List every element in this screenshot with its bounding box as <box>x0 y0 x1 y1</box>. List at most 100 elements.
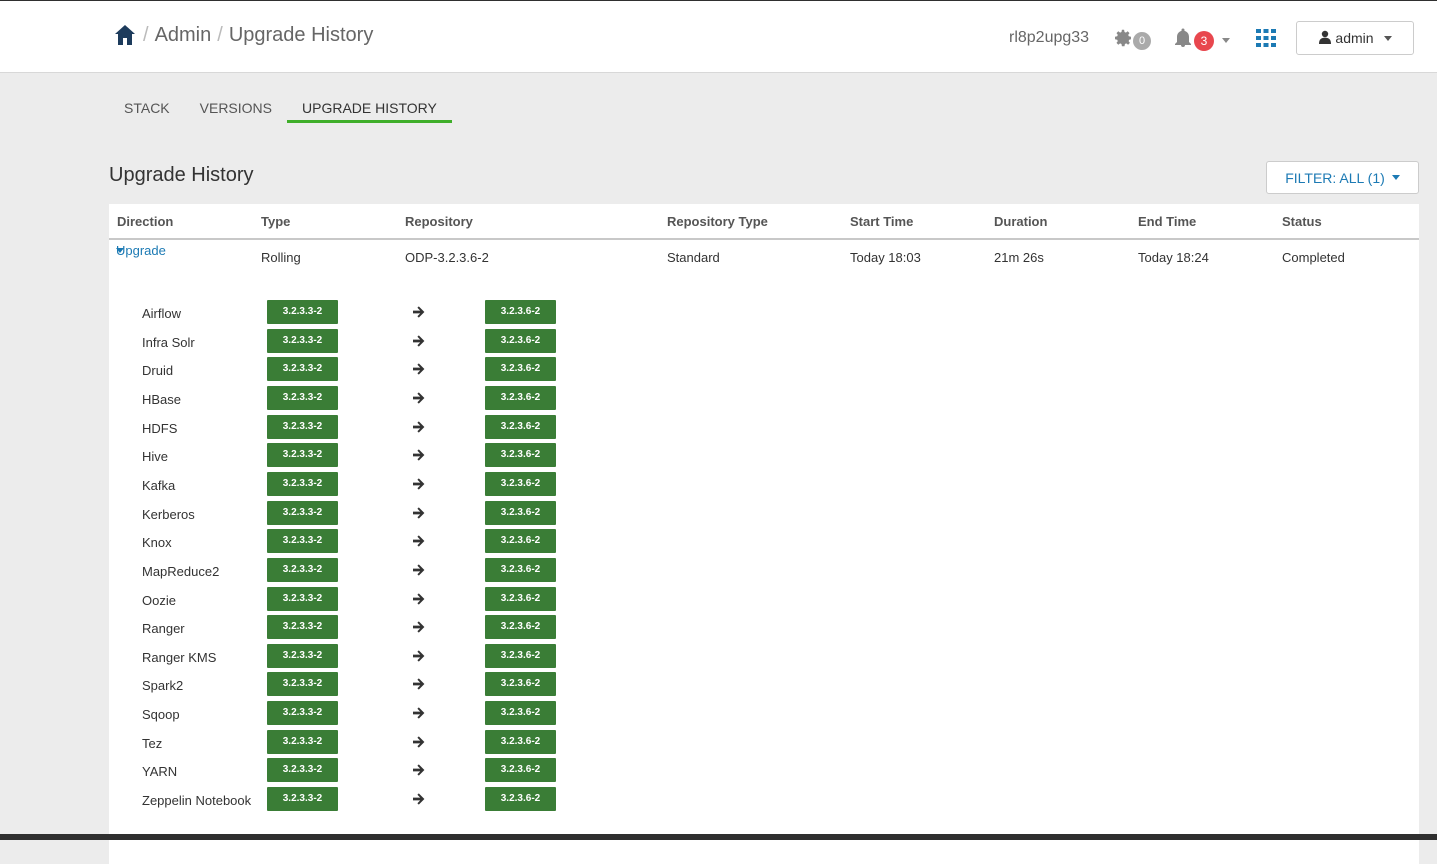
column-header-duration: Duration <box>994 214 1048 229</box>
from-version-badge: 3.2.3.3-2 <box>267 672 338 697</box>
service-version-row: Sqoop 3.2.3.3-2 3.2.3.6-2 <box>109 701 569 726</box>
service-name: Oozie <box>142 592 176 608</box>
from-version-badge: 3.2.3.3-2 <box>267 414 338 439</box>
service-name: Hive <box>142 449 169 465</box>
from-version-badge: 3.2.3.3-2 <box>267 758 338 783</box>
breadcrumb: / Admin / Upgrade History <box>113 23 373 47</box>
arrow-right-icon <box>412 706 426 720</box>
from-version-badge: 3.2.3.3-2 <box>267 471 338 496</box>
direction-link[interactable]: Upgrade <box>116 243 166 258</box>
column-header-start-time: Start Time <box>850 214 914 229</box>
to-version-badge: 3.2.3.6-2 <box>485 443 556 468</box>
top-bar: / Admin / Upgrade History rl8p2upg33 0 3 <box>0 0 1437 73</box>
service-version-row: Tez 3.2.3.3-2 3.2.3.6-2 <box>109 729 569 754</box>
tab-upgrade-history[interactable]: UPGRADE HISTORY <box>287 94 452 123</box>
bell-icon <box>1173 28 1193 53</box>
repository-name: ODP-3.2.3.6-2 <box>405 250 489 265</box>
chevron-down-icon <box>1391 175 1400 180</box>
user-menu-button[interactable]: admin <box>1296 21 1414 55</box>
from-version-badge: 3.2.3.3-2 <box>267 443 338 468</box>
user-name: admin <box>1335 30 1374 46</box>
service-version-row: Ranger 3.2.3.3-2 3.2.3.6-2 <box>109 615 569 640</box>
from-version-badge: 3.2.3.3-2 <box>267 500 338 525</box>
arrow-right-icon <box>412 592 426 606</box>
service-version-row: Zeppelin Notebook 3.2.3.3-2 3.2.3.6-2 <box>109 787 569 812</box>
cluster-name: rl8p2upg33 <box>1009 29 1090 46</box>
column-header-type: Type <box>261 214 291 229</box>
breadcrumb-separator: / <box>143 23 149 46</box>
service-name: MapReduce2 <box>142 563 220 579</box>
repository-type: Standard <box>667 250 720 265</box>
home-icon[interactable] <box>113 23 137 47</box>
to-version-badge: 3.2.3.6-2 <box>485 787 556 812</box>
from-version-badge: 3.2.3.3-2 <box>267 701 338 726</box>
from-version-badge: 3.2.3.3-2 <box>267 643 338 668</box>
to-version-badge: 3.2.3.6-2 <box>485 471 556 496</box>
background-ops-button[interactable]: 0 <box>1113 28 1151 53</box>
table-row[interactable]: Upgrade Rolling ODP-3.2.3.6-2 Standard T… <box>109 243 1419 270</box>
chevron-down-icon <box>1222 38 1230 43</box>
service-name: Druid <box>142 363 174 379</box>
arrow-right-icon <box>412 506 426 520</box>
alerts-button[interactable]: 3 <box>1173 28 1230 53</box>
to-version-badge: 3.2.3.6-2 <box>485 357 556 382</box>
to-version-badge: 3.2.3.6-2 <box>485 643 556 668</box>
service-name: HBase <box>142 391 182 407</box>
arrow-right-icon <box>412 391 426 405</box>
filter-label: FILTER: ALL (1) <box>1285 169 1385 186</box>
service-version-row: Hive 3.2.3.3-2 3.2.3.6-2 <box>109 443 569 468</box>
service-name: Zeppelin Notebook <box>142 793 252 809</box>
service-name: Kafka <box>142 477 176 493</box>
from-version-badge: 3.2.3.3-2 <box>267 357 338 382</box>
from-version-badge: 3.2.3.3-2 <box>267 328 338 353</box>
arrow-right-icon <box>412 305 426 319</box>
to-version-badge: 3.2.3.6-2 <box>485 672 556 697</box>
arrow-right-icon <box>412 362 426 376</box>
to-version-badge: 3.2.3.6-2 <box>485 557 556 582</box>
from-version-badge: 3.2.3.3-2 <box>267 385 338 410</box>
upgrade-type: Rolling <box>261 250 301 265</box>
arrow-right-icon <box>412 735 426 749</box>
arrow-right-icon <box>412 563 426 577</box>
apps-grid-button[interactable] <box>1256 29 1276 52</box>
service-name: Knox <box>142 535 172 551</box>
column-header-end-time: End Time <box>1138 214 1197 229</box>
arrow-right-icon <box>412 477 426 491</box>
filter-dropdown[interactable]: FILTER: ALL (1) <box>1266 161 1419 194</box>
column-header-repository-type: Repository Type <box>667 214 768 229</box>
to-version-badge: 3.2.3.6-2 <box>485 729 556 754</box>
to-version-badge: 3.2.3.6-2 <box>485 615 556 640</box>
service-version-row: Airflow 3.2.3.3-2 3.2.3.6-2 <box>109 300 569 324</box>
column-header-status: Status <box>1282 214 1322 229</box>
page-title: Upgrade History <box>109 164 254 186</box>
to-version-badge: 3.2.3.6-2 <box>485 529 556 554</box>
service-version-row: Spark2 3.2.3.3-2 3.2.3.6-2 <box>109 672 569 697</box>
column-header-direction: Direction <box>117 214 174 229</box>
user-icon <box>1318 30 1332 47</box>
arrow-right-icon <box>412 620 426 634</box>
service-name: Kerberos <box>142 506 195 522</box>
grid-icon <box>1256 29 1276 51</box>
breadcrumb-admin[interactable]: Admin <box>155 24 212 47</box>
service-version-row: Kafka 3.2.3.3-2 3.2.3.6-2 <box>109 471 569 496</box>
to-version-badge: 3.2.3.6-2 <box>485 500 556 525</box>
duration: 21m 26s <box>994 250 1044 265</box>
service-version-row: Oozie 3.2.3.3-2 3.2.3.6-2 <box>109 586 569 611</box>
tab-stack[interactable]: STACK <box>109 94 185 123</box>
service-name: HDFS <box>142 420 178 436</box>
service-name: YARN <box>142 764 178 780</box>
service-name: Infra Solr <box>142 334 195 350</box>
service-name: Sqoop <box>142 707 180 723</box>
breadcrumb-current: Upgrade History <box>228 23 374 46</box>
tab-bar: STACK VERSIONS UPGRADE HISTORY <box>109 94 452 123</box>
service-version-row: Knox 3.2.3.3-2 3.2.3.6-2 <box>109 529 569 554</box>
ops-count-badge: 0 <box>1133 31 1151 50</box>
arrow-right-icon <box>412 534 426 548</box>
tab-versions[interactable]: VERSIONS <box>185 94 287 123</box>
from-version-badge: 3.2.3.3-2 <box>267 529 338 554</box>
to-version-badge: 3.2.3.6-2 <box>485 300 556 324</box>
from-version-badge: 3.2.3.3-2 <box>267 557 338 582</box>
service-version-row: Infra Solr 3.2.3.3-2 3.2.3.6-2 <box>109 328 569 353</box>
service-version-row: HBase 3.2.3.3-2 3.2.3.6-2 <box>109 385 569 410</box>
from-version-badge: 3.2.3.3-2 <box>267 729 338 754</box>
